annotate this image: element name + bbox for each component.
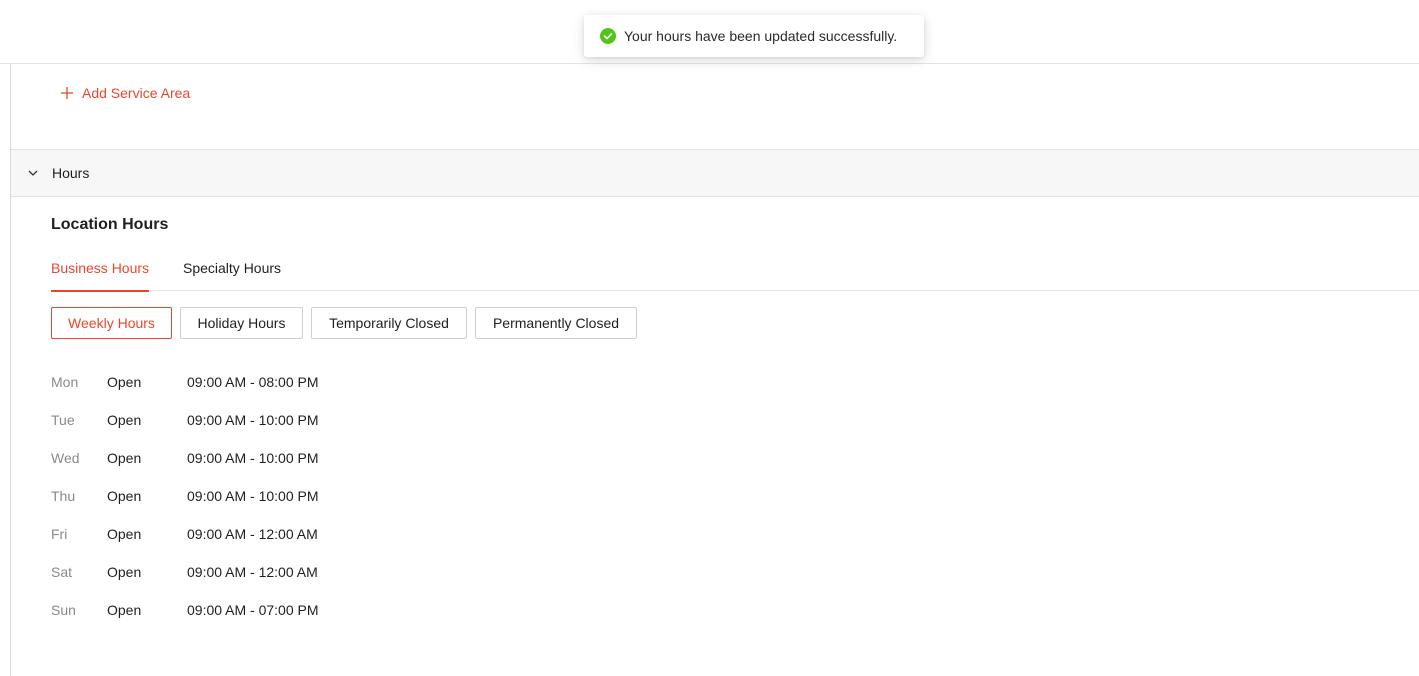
- hours-row-sun: Sun Open 09:00 AM - 07:00 PM: [51, 600, 319, 620]
- hours-row-sat: Sat Open 09:00 AM - 12:00 AM: [51, 562, 318, 582]
- status-label: Open: [107, 602, 142, 618]
- hours-range: 09:00 AM - 10:00 PM: [187, 412, 319, 428]
- status-label: Open: [107, 488, 142, 504]
- permanently-closed-button[interactable]: Permanently Closed: [475, 307, 637, 339]
- location-panel: Add Service Area Hours Location Hours Bu…: [10, 64, 1419, 676]
- hours-row-tue: Tue Open 09:00 AM - 10:00 PM: [51, 410, 319, 430]
- tab-business-hours[interactable]: Business Hours: [51, 259, 150, 292]
- check-circle-icon: [600, 28, 616, 44]
- status-label: Open: [107, 564, 142, 580]
- hours-tabs: Business Hours Specialty Hours: [51, 259, 1419, 292]
- hours-range: 09:00 AM - 07:00 PM: [187, 602, 319, 618]
- status-label: Open: [107, 374, 142, 390]
- hours-range: 09:00 AM - 12:00 AM: [187, 526, 318, 542]
- day-label: Sun: [51, 602, 76, 618]
- hours-row-mon: Mon Open 09:00 AM - 08:00 PM: [51, 372, 319, 392]
- add-service-area-button[interactable]: Add Service Area: [60, 84, 190, 102]
- chevron-down-icon: [28, 170, 38, 176]
- day-label: Mon: [51, 374, 79, 390]
- add-service-area-label: Add Service Area: [82, 85, 191, 101]
- day-label: Tue: [51, 412, 75, 428]
- hours-range: 09:00 AM - 10:00 PM: [187, 488, 319, 504]
- hours-range: 09:00 AM - 08:00 PM: [187, 374, 319, 390]
- hours-row-thu: Thu Open 09:00 AM - 10:00 PM: [51, 486, 319, 506]
- day-label: Sat: [51, 564, 73, 580]
- temporarily-closed-button[interactable]: Temporarily Closed: [311, 307, 467, 339]
- status-label: Open: [107, 450, 142, 466]
- success-toast: Your hours have been updated successfull…: [584, 15, 924, 57]
- plus-icon: [61, 87, 73, 99]
- holiday-hours-button[interactable]: Holiday Hours: [180, 307, 303, 339]
- hours-row-fri: Fri Open 09:00 AM - 12:00 AM: [51, 524, 318, 544]
- tab-specialty-hours[interactable]: Specialty Hours: [183, 259, 281, 291]
- hours-range: 09:00 AM - 10:00 PM: [187, 450, 319, 466]
- section-title: Hours: [52, 165, 90, 181]
- status-label: Open: [107, 526, 142, 542]
- day-label: Fri: [51, 526, 68, 542]
- hours-row-wed: Wed Open 09:00 AM - 10:00 PM: [51, 448, 319, 468]
- day-label: Wed: [51, 450, 80, 466]
- toast-message: Your hours have been updated successfull…: [624, 28, 898, 44]
- hours-section-toggle[interactable]: Hours: [11, 149, 1419, 197]
- hours-range: 09:00 AM - 12:00 AM: [187, 564, 318, 580]
- location-hours-title: Location Hours: [51, 216, 169, 233]
- day-label: Thu: [51, 488, 76, 504]
- weekly-hours-button[interactable]: Weekly Hours: [51, 307, 172, 339]
- status-label: Open: [107, 412, 142, 428]
